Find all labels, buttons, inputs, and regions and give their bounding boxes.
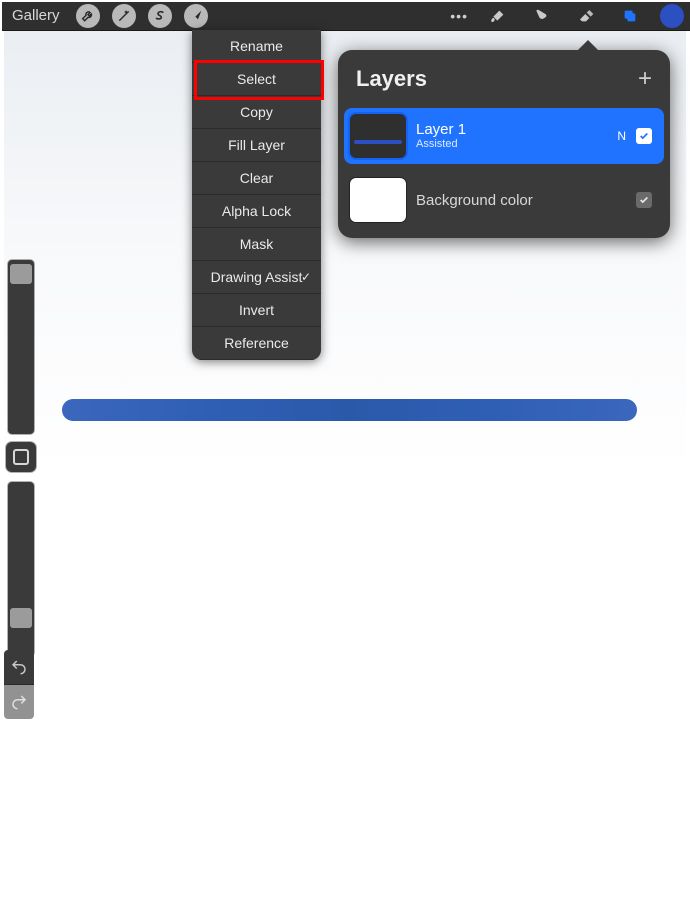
menu-item-mask[interactable]: Mask [192, 228, 321, 261]
layers-icon[interactable] [616, 2, 644, 30]
menu-item-rename[interactable]: Rename [192, 30, 321, 63]
menu-item-invert[interactable]: Invert [192, 294, 321, 327]
menu-label: Copy [240, 104, 273, 120]
layers-panel-title: Layers [356, 66, 638, 92]
color-swatch[interactable] [660, 4, 684, 28]
layer-visibility-checkbox[interactable] [636, 128, 652, 144]
panel-caret-icon [578, 40, 598, 50]
check-icon: ✓ [301, 261, 311, 293]
smudge-tool-icon[interactable] [528, 2, 556, 30]
menu-item-fill-layer[interactable]: Fill Layer [192, 129, 321, 162]
layer-subtitle: Assisted [416, 138, 617, 151]
menu-item-drawing-assist[interactable]: Drawing Assist✓ [192, 261, 321, 294]
layer-thumbnail[interactable] [350, 114, 406, 158]
add-layer-button[interactable]: + [638, 65, 652, 93]
square-icon [13, 449, 29, 465]
menu-label: Alpha Lock [222, 203, 291, 219]
selection-s-icon[interactable] [148, 4, 172, 28]
menu-item-select[interactable]: Select [192, 63, 321, 96]
menu-item-alpha-lock[interactable]: Alpha Lock [192, 195, 321, 228]
adjustments-wand-icon[interactable] [112, 4, 136, 28]
redo-button[interactable] [4, 685, 34, 719]
brush-size-slider[interactable] [8, 260, 34, 434]
eraser-tool-icon[interactable] [572, 2, 600, 30]
transform-arrow-icon[interactable] [184, 4, 208, 28]
undo-button[interactable] [4, 650, 34, 685]
actions-wrench-icon[interactable] [76, 4, 100, 28]
drawn-stroke [62, 399, 637, 421]
undo-redo-group [4, 650, 38, 719]
menu-label: Rename [230, 38, 283, 54]
layers-panel: Layers + Layer 1 Assisted N Background c… [338, 50, 670, 238]
menu-label: Reference [224, 335, 289, 351]
layer-row[interactable]: Background color [344, 172, 664, 228]
more-dots-icon[interactable]: ••• [450, 2, 468, 30]
menu-label: Select [237, 71, 276, 87]
layer-row[interactable]: Layer 1 Assisted N [344, 108, 664, 164]
opacity-thumb[interactable] [10, 608, 32, 628]
layer-visibility-checkbox[interactable] [636, 192, 652, 208]
top-toolbar: Gallery ••• [2, 2, 690, 31]
menu-label: Clear [240, 170, 273, 186]
brush-tool-icon[interactable] [484, 2, 512, 30]
layer-thumbnail[interactable] [350, 178, 406, 222]
layer-name: Background color [416, 192, 636, 209]
layer-context-menu: Rename Select Copy Fill Layer Clear Alph… [192, 30, 321, 360]
menu-label: Drawing Assist [211, 269, 303, 285]
menu-label: Mask [240, 236, 273, 252]
app-frame: Gallery ••• [0, 0, 690, 920]
brush-size-thumb[interactable] [10, 264, 32, 284]
left-tool-sidebar [4, 260, 38, 656]
menu-label: Fill Layer [228, 137, 285, 153]
opacity-slider[interactable] [8, 482, 34, 656]
menu-item-copy[interactable]: Copy [192, 96, 321, 129]
layer-blend-mode[interactable]: N [617, 129, 626, 143]
gallery-button[interactable]: Gallery [2, 2, 70, 30]
layer-name: Layer 1 [416, 121, 617, 138]
menu-label: Invert [239, 302, 274, 318]
menu-item-clear[interactable]: Clear [192, 162, 321, 195]
menu-item-reference[interactable]: Reference [192, 327, 321, 360]
modify-button[interactable] [6, 442, 36, 472]
